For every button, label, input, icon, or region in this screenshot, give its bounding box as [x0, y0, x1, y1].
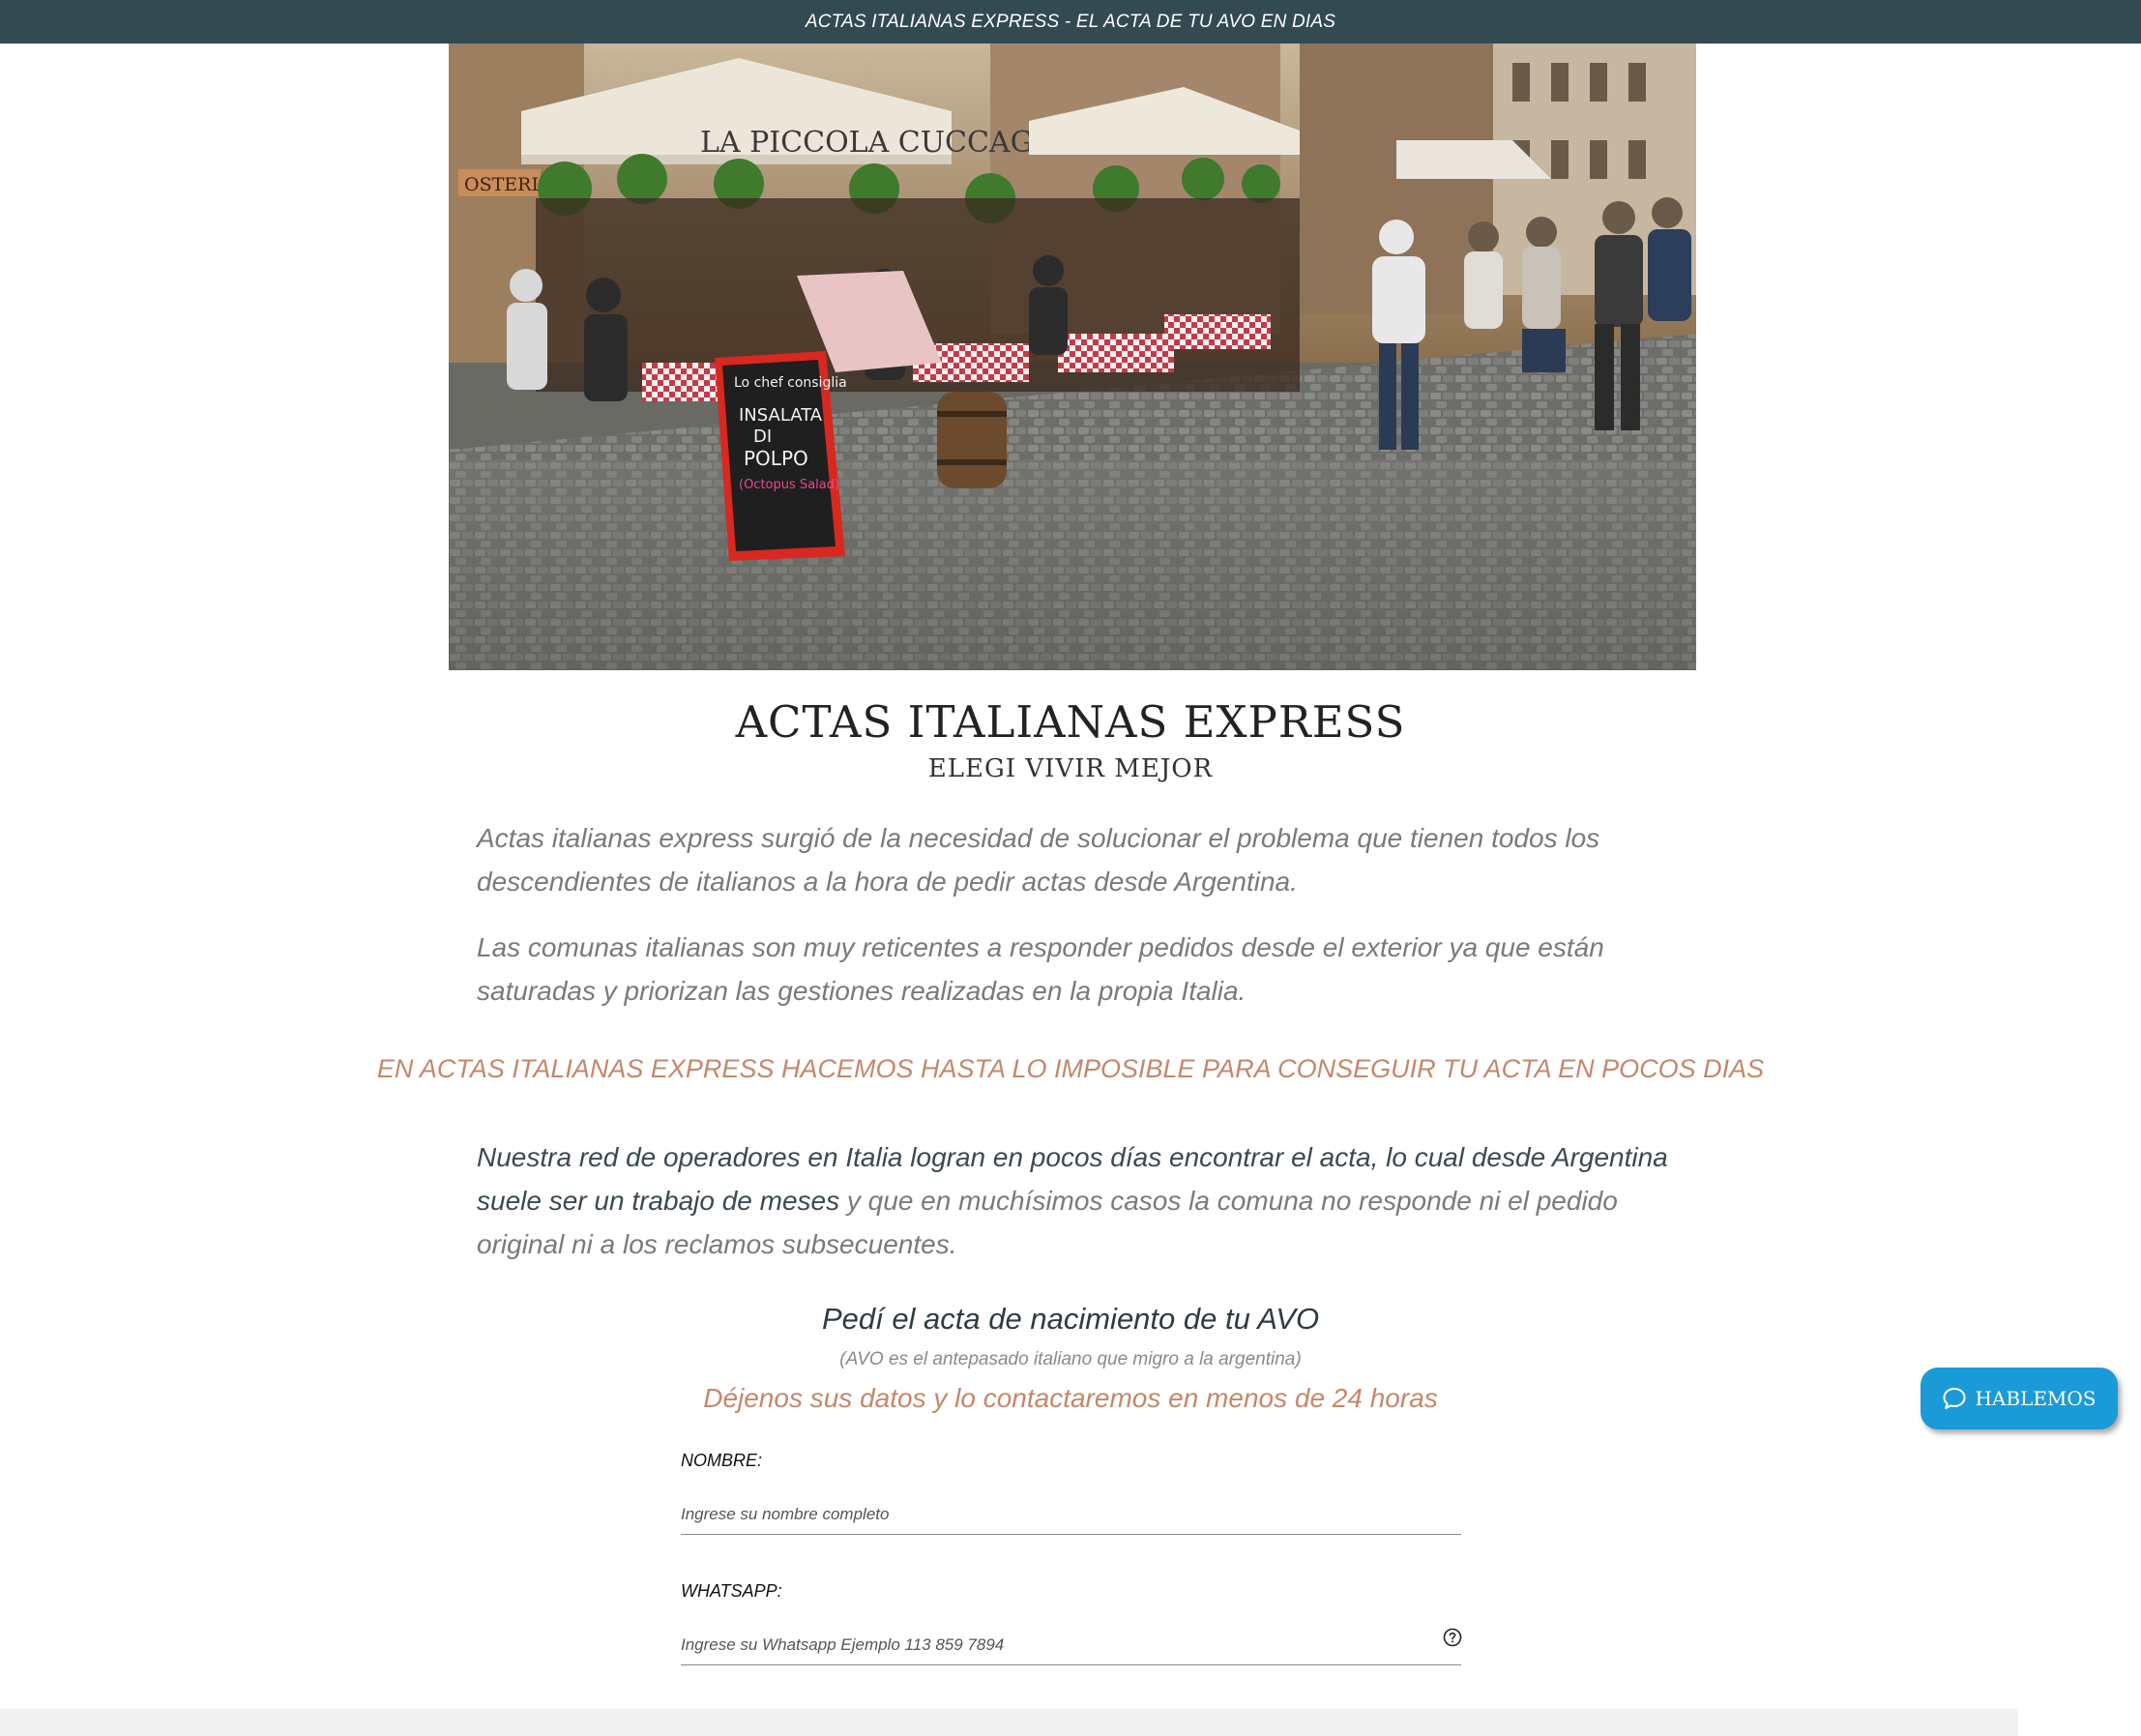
network-paragraph: Nuestra red de operadores en Italia logr…: [477, 1135, 1676, 1266]
announcement-bar: ACTAS ITALIANAS EXPRESS - EL ACTA DE TU …: [0, 0, 2141, 44]
street-cafe-photo: LA PICCOLA CUCCAGNA OSTERIA Lo chef cons…: [449, 44, 1696, 670]
nombre-label: NOMBRE:: [681, 1451, 763, 1470]
page: ACTAS ITALIANAS EXPRESS - EL ACTA DE TU …: [0, 0, 2141, 1736]
whatsapp-label: WHATSAPP:: [681, 1581, 782, 1601]
chat-bubble-icon: [1943, 1388, 1966, 1409]
chat-button-label: HABLEMOS: [1975, 1387, 2097, 1410]
form-title: Pedí el acta de nacimiento de tu AVO: [821, 1302, 1320, 1336]
awning-sign: LA PICCOLA CUCCAGNA: [700, 126, 1080, 160]
comunas-paragraph: Las comunas italianas son muy reticentes…: [477, 932, 1604, 1006]
intro-paragraph: Actas italianas express surgió de la nec…: [477, 823, 1600, 897]
form-cta: Déjenos sus datos y lo contactaremos en …: [703, 1383, 1438, 1413]
svg-text:Lo chef consiglia: Lo chef consiglia: [734, 375, 847, 391]
hablemos-chat-button[interactable]: HABLEMOS: [1921, 1368, 2118, 1429]
footer-strip: [0, 1709, 2018, 1736]
page-title: ACTAS ITALIANAS EXPRESS: [735, 696, 1406, 748]
highlight-text: EN ACTAS ITALIANAS EXPRESS HACEMOS HASTA…: [376, 1054, 1765, 1083]
svg-text:DI: DI: [753, 427, 772, 447]
hero-image: LA PICCOLA CUCCAGNA OSTERIA Lo chef cons…: [449, 44, 1696, 670]
help-circle-icon[interactable]: [1443, 1628, 1462, 1647]
page-subtitle: ELEGI VIVIR MEJOR: [927, 754, 1214, 783]
form-note: (AVO es el antepasado italiano que migro…: [839, 1349, 1302, 1369]
announcement-text: ACTAS ITALIANAS EXPRESS - EL ACTA DE TU …: [805, 12, 1336, 32]
whatsapp-input[interactable]: [681, 1626, 1461, 1665]
svg-text:INSALATA: INSALATA: [739, 405, 823, 426]
nombre-input[interactable]: [681, 1495, 1461, 1535]
svg-text:POLPO: POLPO: [744, 447, 808, 470]
svg-text:(Octopus Salad): (Octopus Salad): [739, 478, 839, 492]
